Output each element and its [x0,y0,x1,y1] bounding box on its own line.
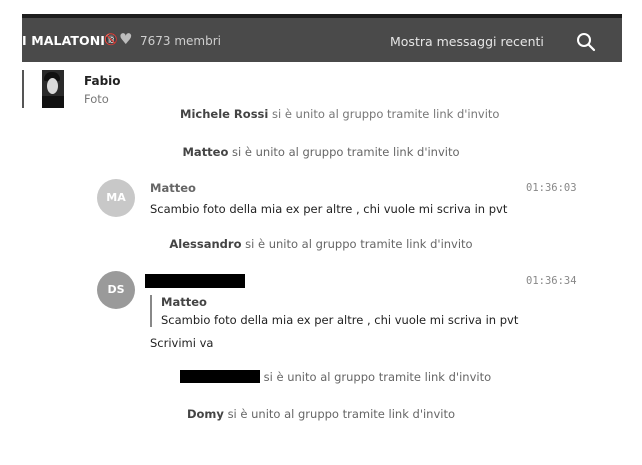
join-name[interactable]: Matteo [182,145,228,159]
message-time: 01:36:03 [526,182,577,194]
redacted-sender-name [145,274,245,288]
chat-header: I MALATONI 🔞 ♥ 7673 membri Mostra messag… [22,18,622,62]
avatar[interactable]: MA [97,179,135,217]
reply-quote[interactable]: Matteo Scambio foto della mia ex per alt… [150,295,518,327]
message-sender[interactable]: Matteo [150,181,196,195]
service-message: Domy si è unito al gruppo tramite link d… [0,407,642,421]
message-text: Scambio foto della mia ex per altre , ch… [150,202,508,216]
message-text: Scrivimi va [150,336,214,350]
service-message: si è unito al gruppo tramite link d'invi… [180,370,491,384]
join-name[interactable]: Domy [187,407,224,421]
service-message: Alessandro si è unito al gruppo tramite … [0,237,642,251]
quote-sender: Matteo [161,295,207,309]
avatar[interactable]: DS [97,271,135,309]
group-name[interactable]: I MALATONI [22,33,105,48]
scroll-fade [0,440,642,465]
join-text: si è unito al gruppo tramite link d'invi… [227,407,456,421]
member-count: 7673 membri [140,34,221,48]
join-name[interactable]: Alessandro [169,237,241,251]
pinned-bar [22,70,24,108]
pinned-message[interactable]: Fabio Foto [22,68,622,112]
cut-name[interactable]: Michele Rossi [180,107,268,121]
service-message-cut: Michele Rossi si è unito al gruppo trami… [180,107,499,121]
quote-text: Scambio foto della mia ex per altre , ch… [161,313,519,327]
message-time: 01:36:34 [526,275,577,287]
heart-icon: ♥ [119,30,133,48]
service-message: Matteo si è unito al gruppo tramite link… [0,145,642,159]
pinned-subtitle: Foto [84,92,109,106]
search-icon[interactable] [574,30,598,54]
join-text: si è unito al gruppo tramite link d'invi… [245,237,473,251]
show-recent-messages-button[interactable]: Mostra messaggi recenti [390,34,544,49]
join-text: si è unito al gruppo tramite link d'invi… [263,370,492,384]
redacted-join-name [180,370,260,383]
pinned-sender: Fabio [84,74,121,88]
adult-badge-icon: 🔞 [104,33,118,46]
join-text: si è unito al gruppo tramite link d'invi… [232,145,460,159]
cut-text: si è unito al gruppo tramite link d'invi… [271,107,500,121]
pinned-photo-thumbnail[interactable] [42,70,64,108]
